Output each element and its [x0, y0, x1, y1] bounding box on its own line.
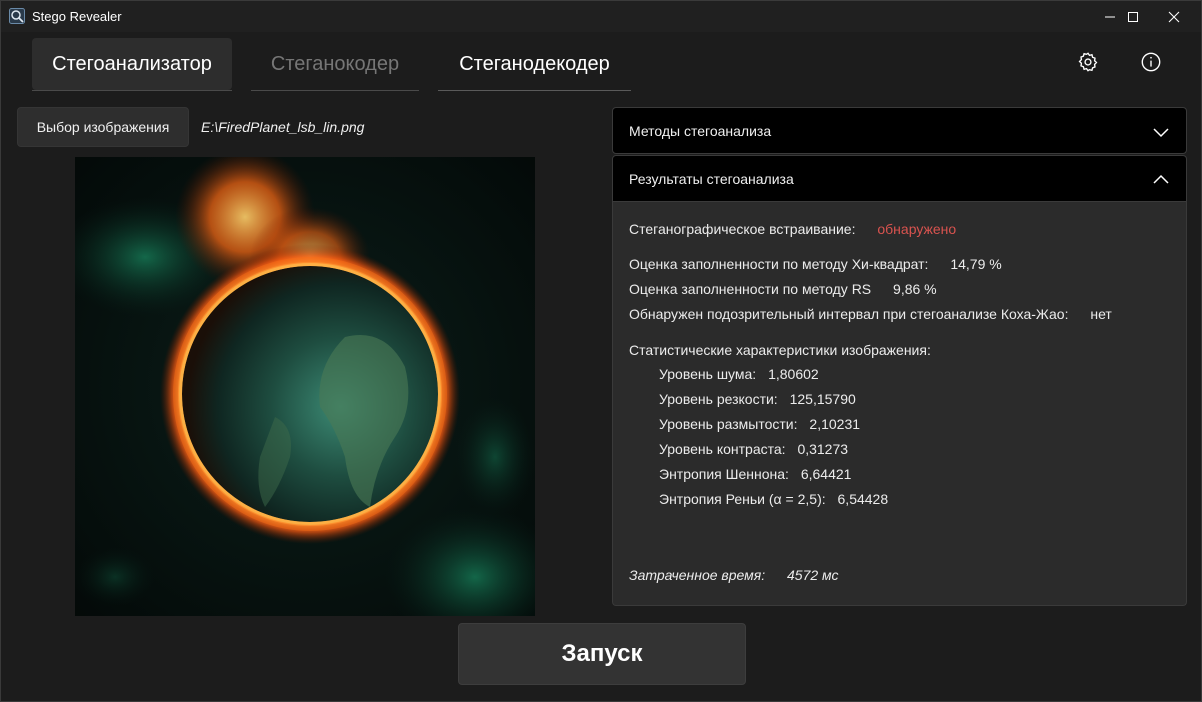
chevron-up-icon	[1152, 171, 1170, 189]
elapsed-time-value: 4572 мс	[787, 567, 839, 583]
title-bar: Stego Revealer	[1, 1, 1201, 32]
noise-value: 1,80602	[768, 366, 819, 382]
noise-row: Уровень шума: 1,80602	[659, 366, 819, 382]
fired-planet-image	[75, 157, 535, 616]
settings-button[interactable]	[1073, 49, 1103, 79]
renyi-row: Энтропия Реньи (α = 2,5): 6,54428	[659, 491, 888, 507]
app-magnifier-icon	[9, 8, 25, 24]
image-preview	[75, 157, 535, 616]
tab-stegodecoder[interactable]: Стеганодекодер	[438, 38, 631, 91]
maximize-icon	[1127, 11, 1139, 23]
stats-header: Статистические характеристики изображени…	[629, 342, 931, 358]
results-accordion-header[interactable]: Результаты стегоанализа	[612, 155, 1187, 202]
blur-value: 2,10231	[809, 416, 861, 432]
results-panel: Стеганографическое встраивание: обнаруже…	[612, 202, 1187, 606]
app-window: Stego Revealer Стегоанализатор Стеганоко…	[0, 0, 1202, 702]
contrast-row: Уровень контраста: 0,31273	[659, 441, 848, 457]
tab-label: Стеганокодер	[270, 52, 400, 75]
methods-header-label: Методы стегоанализа	[629, 122, 772, 139]
tab-underline	[438, 90, 631, 91]
rs-value: 9,86 %	[893, 281, 937, 297]
window-title: Stego Revealer	[32, 9, 122, 24]
sharpness-value: 125,15790	[789, 391, 856, 407]
gear-icon	[1077, 51, 1099, 78]
renyi-label: Энтропия Реньи (α = 2,5):	[659, 491, 826, 507]
file-path-label: E:\FiredPlanet_lsb_lin.png	[201, 119, 365, 135]
blur-label: Уровень размытости:	[659, 416, 798, 432]
chi-square-row: Оценка заполненности по методу Хи-квадра…	[629, 256, 1002, 272]
run-button[interactable]: Запуск	[458, 623, 746, 685]
embedding-row: Стеганографическое встраивание: обнаруже…	[629, 221, 956, 237]
chi-square-value: 14,79 %	[950, 256, 1002, 272]
elapsed-time-label: Затраченное время:	[629, 567, 766, 583]
sharpness-label: Уровень резкости:	[659, 391, 778, 407]
tab-steganalyzer[interactable]: Стегоанализатор	[32, 38, 232, 91]
tab-underline	[32, 90, 232, 91]
blur-row: Уровень размытости: 2,10231	[659, 416, 860, 432]
tab-label: Стегоанализатор	[52, 52, 212, 75]
embedding-status: обнаружено	[877, 221, 957, 237]
info-icon	[1140, 51, 1162, 78]
koch-zhao-value: нет	[1090, 306, 1112, 322]
tab-stegoencoder[interactable]: Стеганокодер	[251, 38, 419, 91]
chi-square-label: Оценка заполненности по методу Хи-квадра…	[629, 256, 929, 272]
results-header-label: Результаты стегоанализа	[629, 170, 794, 187]
methods-accordion-header[interactable]: Методы стегоанализа	[612, 107, 1187, 154]
close-icon	[1168, 11, 1180, 23]
contrast-value: 0,31273	[797, 441, 849, 457]
koch-zhao-label: Обнаружен подозрительный интервал при ст…	[629, 306, 1069, 322]
choose-image-button[interactable]: Выбор изображения	[17, 107, 189, 147]
koch-zhao-row: Обнаружен подозрительный интервал при ст…	[629, 306, 1112, 322]
shannon-label: Энтропия Шеннона:	[659, 466, 789, 482]
embedding-label: Стеганографическое встраивание:	[629, 221, 856, 237]
renyi-value: 6,54428	[837, 491, 889, 507]
shannon-value: 6,64421	[800, 466, 852, 482]
contrast-label: Уровень контраста:	[659, 441, 786, 457]
noise-label: Уровень шума:	[659, 366, 757, 382]
close-button[interactable]	[1151, 1, 1197, 32]
sharpness-row: Уровень резкости: 125,15790	[659, 391, 856, 407]
rs-row: Оценка заполненности по методу RS 9,86 %	[629, 281, 937, 297]
elapsed-time-row: Затраченное время: 4572 мс	[629, 567, 839, 583]
info-button[interactable]	[1136, 49, 1166, 79]
chevron-down-icon	[1152, 123, 1170, 141]
tab-underline	[251, 90, 419, 91]
shannon-row: Энтропия Шеннона: 6,64421	[659, 466, 851, 482]
tab-label: Стеганодекодер	[459, 52, 610, 75]
maximize-button[interactable]	[1110, 1, 1156, 32]
rs-label: Оценка заполненности по методу RS	[629, 281, 872, 297]
